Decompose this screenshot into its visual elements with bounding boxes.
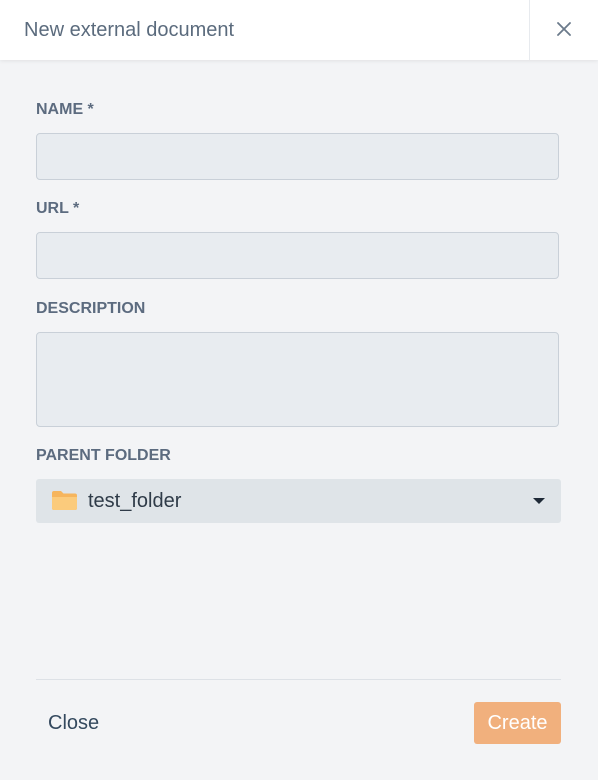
folder-icon — [52, 491, 77, 510]
footer-divider — [36, 679, 561, 680]
close-icon — [557, 22, 571, 36]
parent-folder-value: test_folder — [88, 490, 182, 512]
create-button[interactable]: Create — [474, 702, 561, 744]
close-button[interactable]: Close — [36, 702, 111, 744]
name-label: NAME * — [36, 101, 94, 118]
dialog-title: New external document — [24, 19, 235, 41]
close-dialog-button[interactable] — [530, 0, 598, 60]
url-label: URL * — [36, 200, 80, 217]
description-label: DESCRIPTION — [36, 300, 146, 317]
parent-folder-label: PARENT FOLDER — [36, 447, 171, 464]
dialog-header: New external document — [0, 0, 598, 60]
description-textarea[interactable] — [36, 332, 559, 427]
chevron-down-icon — [533, 498, 545, 504]
parent-folder-select[interactable]: test_folder — [36, 479, 561, 523]
url-input[interactable] — [36, 232, 559, 279]
name-input[interactable] — [36, 133, 559, 180]
new-external-document-dialog: New external document NAME * URL * DESCR… — [0, 0, 598, 780]
